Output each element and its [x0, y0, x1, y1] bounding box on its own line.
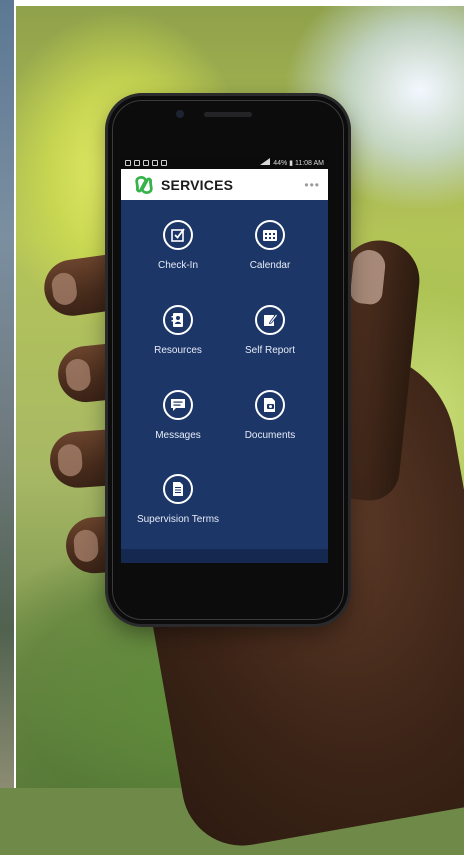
- app-bar: SERVICES •••: [121, 169, 328, 200]
- service-self-report[interactable]: Self Report: [225, 305, 315, 356]
- service-documents[interactable]: Documents: [225, 390, 315, 441]
- app-logo-icon: [135, 175, 153, 194]
- signal-icon: [260, 158, 271, 167]
- notification-icon: [143, 159, 149, 166]
- notification-icon: [125, 159, 131, 166]
- status-right: 44% ▮ 11:08 AM: [260, 158, 324, 167]
- service-supervision-terms[interactable]: Supervision Terms: [133, 474, 223, 525]
- phone-screen: 44% ▮ 11:08 AM SERVICES ••• Check-In Cal…: [121, 156, 328, 549]
- notification-icon: [152, 159, 158, 166]
- notification-icon: [134, 159, 140, 166]
- document-camera-icon: [255, 390, 285, 420]
- top-border: [0, 0, 464, 6]
- service-label: Self Report: [244, 345, 296, 356]
- thumb-nail: [349, 248, 387, 306]
- left-photo-strip: [0, 0, 16, 788]
- service-label: Resources: [154, 345, 202, 356]
- screen-bottom-strip: [121, 549, 328, 563]
- notification-icon: [161, 159, 167, 166]
- app-title: SERVICES: [161, 176, 234, 193]
- service-check-in[interactable]: Check-In: [133, 220, 223, 271]
- phone-speaker: [204, 112, 252, 117]
- services-grid: Check-In Calendar Resources Self Report: [121, 200, 328, 549]
- calendar-icon: [255, 220, 285, 250]
- service-messages[interactable]: Messages: [133, 390, 223, 441]
- service-label: Supervision Terms: [136, 514, 220, 525]
- notification-icons: [125, 159, 167, 166]
- more-menu-icon[interactable]: •••: [304, 178, 320, 192]
- status-text: 44% ▮ 11:08 AM: [273, 159, 324, 167]
- status-bar: 44% ▮ 11:08 AM: [121, 156, 328, 169]
- service-label: Check-In: [157, 260, 198, 271]
- service-label: Documents: [244, 430, 296, 441]
- service-calendar[interactable]: Calendar: [225, 220, 315, 271]
- terms-document-icon: [163, 474, 193, 504]
- service-label: Messages: [155, 430, 201, 441]
- service-resources[interactable]: Resources: [133, 305, 223, 356]
- front-camera: [176, 110, 184, 118]
- checkbox-icon: [163, 220, 193, 250]
- contacts-book-icon: [163, 305, 193, 335]
- edit-note-icon: [255, 305, 285, 335]
- message-bubble-icon: [163, 390, 193, 420]
- service-label: Calendar: [249, 260, 291, 271]
